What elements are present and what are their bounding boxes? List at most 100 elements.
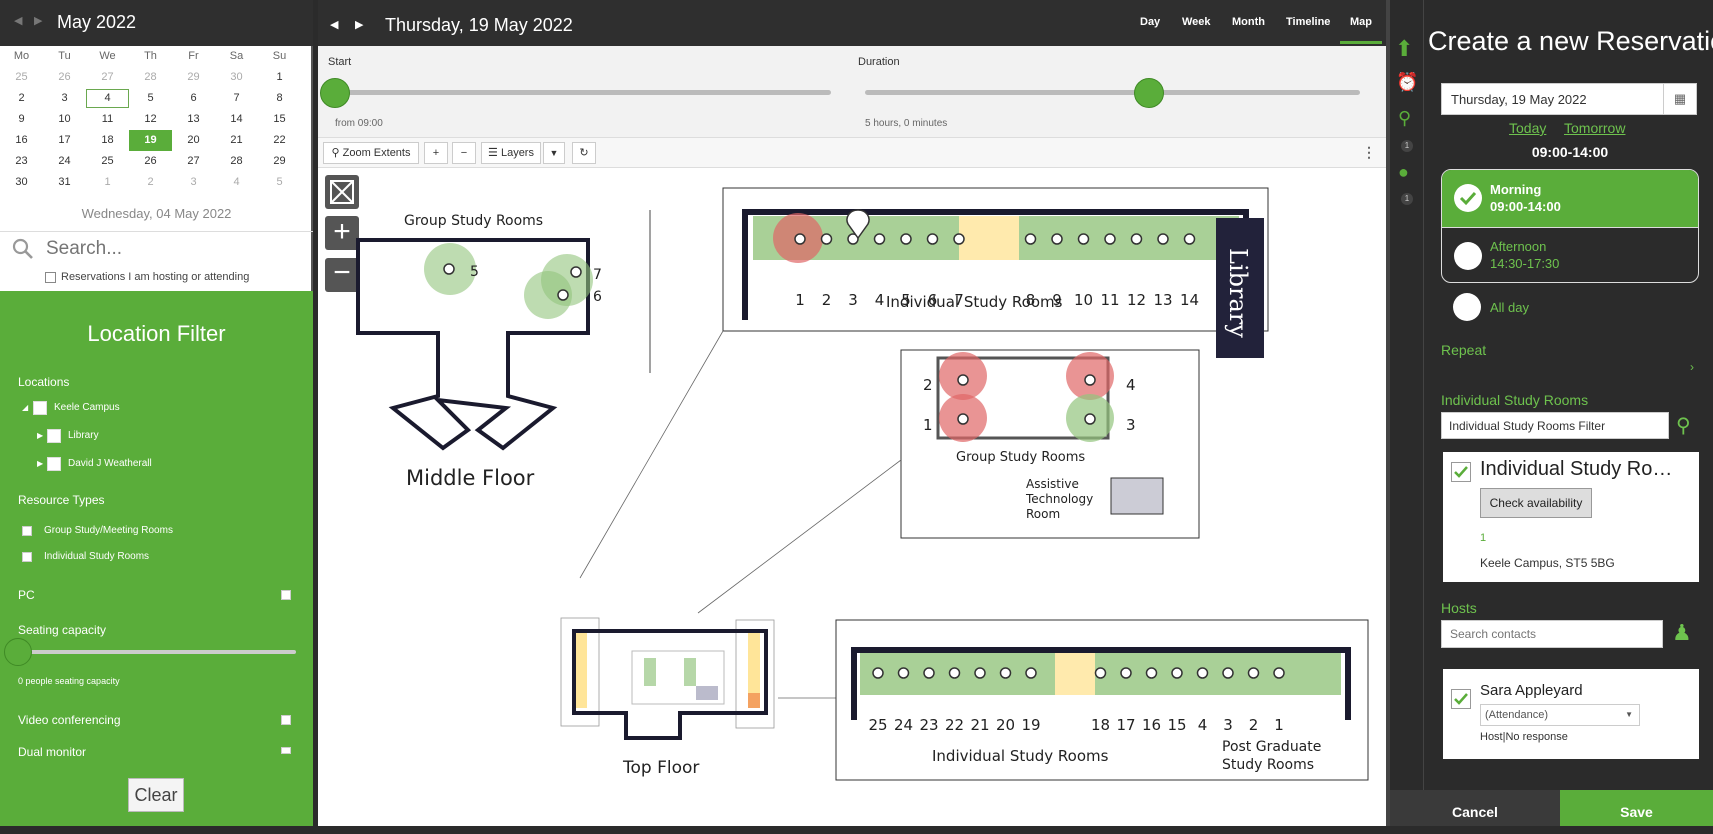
all-day-label[interactable]: All day <box>1490 300 1529 315</box>
all-day-radio[interactable] <box>1453 293 1481 321</box>
room-marker[interactable] <box>794 233 806 245</box>
calendar-day[interactable]: 23 <box>0 151 43 172</box>
calendar-day[interactable]: 13 <box>172 109 215 130</box>
room-marker[interactable] <box>897 667 910 679</box>
room-marker[interactable] <box>1084 413 1096 425</box>
calendar-day[interactable]: 5 <box>129 88 172 109</box>
dual-monitor-checkbox[interactable] <box>281 747 291 754</box>
calendar-day[interactable]: 3 <box>172 172 215 193</box>
calendar-day[interactable]: 17 <box>43 130 86 151</box>
reservation-date-input[interactable] <box>1441 83 1674 115</box>
hosting-checkbox[interactable] <box>45 272 56 283</box>
hosts-search-input[interactable] <box>1441 620 1663 648</box>
location-library[interactable]: Library <box>68 430 99 441</box>
room-marker[interactable] <box>926 233 939 245</box>
tab-day[interactable]: Day <box>1140 16 1160 28</box>
room-marker[interactable] <box>1051 233 1063 245</box>
tab-timeline[interactable]: Timeline <box>1286 16 1330 28</box>
room-marker[interactable] <box>557 289 569 301</box>
room-marker[interactable] <box>953 233 965 245</box>
calendar-day[interactable]: 7 <box>215 88 258 109</box>
next-month-icon[interactable]: ▶ <box>34 14 42 27</box>
calendar-day[interactable]: 2 <box>129 172 172 193</box>
person-icon[interactable]: ● <box>1398 162 1409 183</box>
expand-caret-icon[interactable]: ◢ <box>22 403 28 412</box>
today-link[interactable]: Today <box>1509 120 1546 136</box>
resource-type-group[interactable]: Group Study/Meeting Rooms <box>44 525 173 536</box>
resource-type-individual[interactable]: Individual Study Rooms <box>44 551 149 562</box>
room-marker[interactable] <box>999 667 1012 679</box>
calendar-day[interactable]: 27 <box>86 67 129 88</box>
morning-radio[interactable] <box>1454 184 1482 212</box>
room-marker[interactable] <box>820 233 833 245</box>
room-marker[interactable] <box>1273 667 1285 679</box>
room-marker[interactable] <box>1171 667 1183 679</box>
location-pin-icon[interactable]: ⚲ <box>1398 108 1411 129</box>
room-marker[interactable] <box>1130 233 1143 245</box>
calendar-day[interactable]: 25 <box>86 151 129 172</box>
room-marker[interactable] <box>1094 667 1107 679</box>
tab-month[interactable]: Month <box>1232 16 1265 28</box>
individual-study-checkbox[interactable] <box>22 552 32 562</box>
calendar-icon[interactable]: ▦ <box>1663 83 1697 115</box>
chevron-right-icon[interactable]: › <box>1690 360 1694 374</box>
calendar-day[interactable]: 19 <box>129 130 172 151</box>
calendar-day[interactable]: 26 <box>129 151 172 172</box>
host-checkbox[interactable] <box>1451 689 1471 709</box>
check-availability-button[interactable]: Check availability <box>1480 488 1592 518</box>
room-marker[interactable] <box>900 233 912 245</box>
zoom-extents-button[interactable]: ⚲ Zoom Extents <box>323 142 419 164</box>
calendar-day[interactable]: 24 <box>43 151 86 172</box>
room-marker[interactable] <box>1120 667 1132 679</box>
room-marker[interactable] <box>957 374 969 386</box>
zoom-in-button[interactable]: + <box>424 142 448 164</box>
expand-caret-icon[interactable]: ▶ <box>37 459 43 468</box>
calendar-day[interactable]: 29 <box>258 151 301 172</box>
room-marker[interactable] <box>1084 374 1096 386</box>
room-marker[interactable] <box>1157 233 1169 245</box>
expand-caret-icon[interactable]: ▶ <box>37 431 43 440</box>
layers-dropdown[interactable]: ▼ <box>543 142 565 164</box>
start-slider-track[interactable] <box>333 90 831 95</box>
start-slider-handle[interactable] <box>320 78 350 108</box>
calendar-day[interactable]: 15 <box>258 109 301 130</box>
calendar-day[interactable]: 30 <box>215 67 258 88</box>
library-checkbox[interactable] <box>47 429 61 443</box>
djw-checkbox[interactable] <box>47 457 61 471</box>
group-study-checkbox[interactable] <box>22 526 32 536</box>
room-marker[interactable] <box>1104 233 1116 245</box>
prev-day-icon[interactable]: ◀ <box>330 18 338 31</box>
refresh-button[interactable]: ↻ <box>572 142 596 164</box>
room-marker[interactable] <box>948 667 961 679</box>
room-marker[interactable] <box>872 667 884 679</box>
calendar-day[interactable]: 12 <box>129 109 172 130</box>
calendar-day[interactable]: 1 <box>86 172 129 193</box>
calendar-day[interactable]: 28 <box>215 151 258 172</box>
room-marker[interactable] <box>923 667 935 679</box>
seating-slider-handle[interactable] <box>4 638 32 666</box>
room-marker[interactable] <box>1077 233 1090 245</box>
room-marker[interactable] <box>974 667 986 679</box>
calendar-day[interactable]: 5 <box>258 172 301 193</box>
afternoon-radio[interactable] <box>1454 242 1482 270</box>
layers-button[interactable]: ☰ Layers <box>481 142 541 164</box>
room-marker[interactable] <box>1025 667 1037 679</box>
calendar-day[interactable]: 2 <box>0 88 43 109</box>
room-marker[interactable] <box>1183 233 1196 245</box>
room-marker[interactable] <box>1196 667 1209 679</box>
save-button[interactable]: Save <box>1560 790 1713 826</box>
calendar-day[interactable]: 21 <box>215 130 258 151</box>
location-keele[interactable]: Keele Campus <box>54 402 120 413</box>
calendar-day[interactable]: 10 <box>43 109 86 130</box>
room-marker[interactable] <box>957 413 969 425</box>
location-djw[interactable]: David J Weatherall <box>68 458 152 469</box>
calendar-day[interactable]: 30 <box>0 172 43 193</box>
seating-slider-track[interactable] <box>18 650 296 654</box>
calendar-day[interactable]: 11 <box>86 109 129 130</box>
room-marker[interactable] <box>873 233 886 245</box>
room-marker[interactable] <box>1024 233 1037 245</box>
clear-button[interactable]: Clear <box>128 778 184 812</box>
calendar-day[interactable]: 27 <box>172 151 215 172</box>
tab-map[interactable]: Map <box>1350 16 1372 28</box>
calendar-day[interactable]: 3 <box>43 88 86 109</box>
